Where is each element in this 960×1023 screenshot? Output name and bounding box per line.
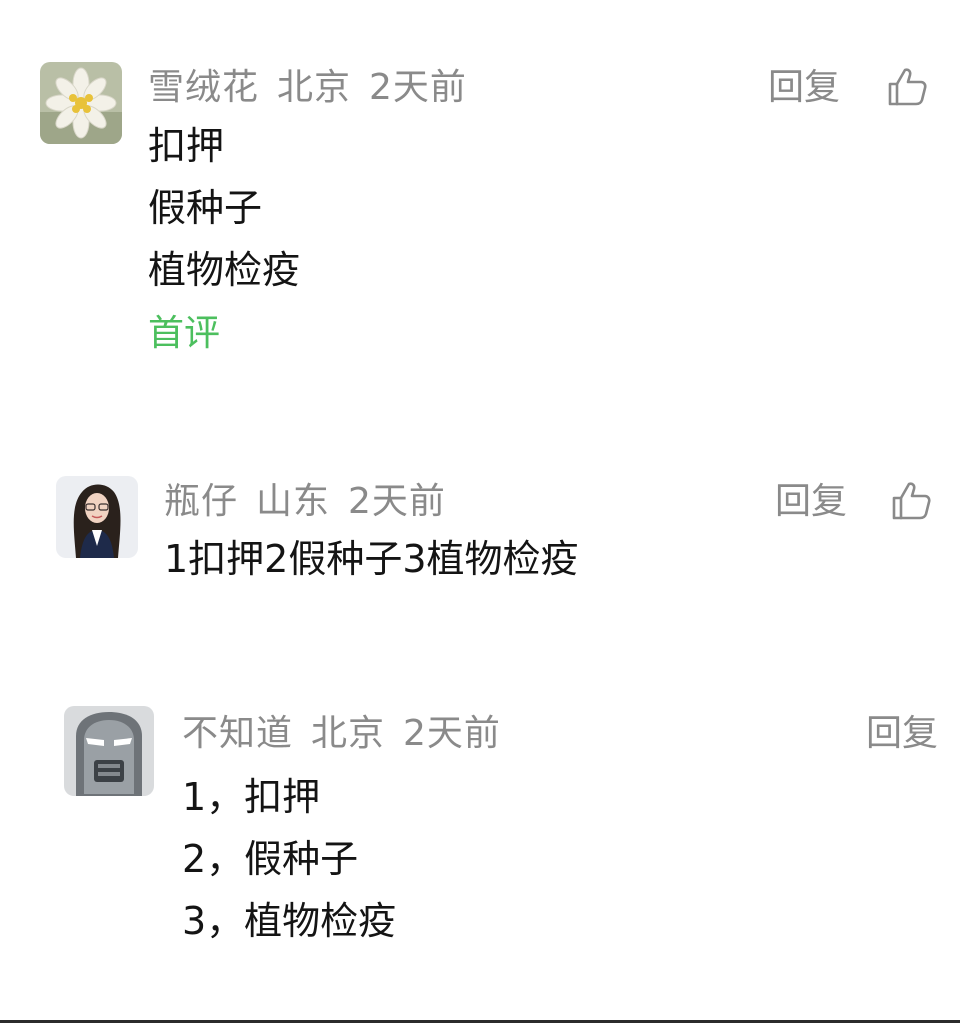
timestamp: 2天前 xyxy=(348,481,446,522)
user-avatar[interactable] xyxy=(64,706,154,796)
comment-line: 1扣押2假种子3植物检疫 xyxy=(164,537,579,581)
location: 北京 xyxy=(311,713,386,754)
comment-meta: 雪绒花 北京 2天前 xyxy=(148,66,485,110)
reply-button[interactable]: 回复 xyxy=(775,480,847,524)
comment-meta: 瓶仔 山东 2天前 xyxy=(164,480,464,524)
reply-button[interactable]: 回复 xyxy=(768,66,840,110)
comment-body: 扣押 假种子 植物检疫 xyxy=(148,115,300,301)
thumbs-up-icon[interactable] xyxy=(890,480,932,522)
comment-line: 1，扣押 xyxy=(182,775,321,819)
username[interactable]: 雪绒花 xyxy=(148,67,259,108)
comment-line: 假种子 xyxy=(148,186,263,230)
timestamp: 2天前 xyxy=(369,67,467,108)
username[interactable]: 不知道 xyxy=(182,713,293,754)
comment-line: 扣押 xyxy=(148,124,225,168)
comment-line: 2，假种子 xyxy=(182,837,359,881)
comment-meta: 不知道 北京 2天前 xyxy=(182,712,519,756)
comment-body: 1扣押2假种子3植物检疫 xyxy=(164,528,579,590)
comment-line: 3，植物检疫 xyxy=(182,899,397,943)
location: 北京 xyxy=(277,67,352,108)
username[interactable]: 瓶仔 xyxy=(164,481,238,522)
edelweiss-flower-avatar-icon xyxy=(40,62,122,144)
robot-helmet-avatar-icon xyxy=(64,706,154,796)
first-comment-badge: 首评 xyxy=(148,313,221,354)
comment-line: 植物检疫 xyxy=(148,248,301,292)
woman-portrait-avatar-icon xyxy=(56,476,138,558)
user-avatar[interactable] xyxy=(56,476,138,558)
thumbs-up-icon[interactable] xyxy=(886,66,928,108)
timestamp: 2天前 xyxy=(403,713,501,754)
comment-body: 1，扣押 2，假种子 3，植物检疫 xyxy=(182,766,396,952)
reply-button[interactable]: 回复 xyxy=(866,712,938,756)
user-avatar[interactable] xyxy=(40,62,122,144)
location: 山东 xyxy=(256,481,331,522)
